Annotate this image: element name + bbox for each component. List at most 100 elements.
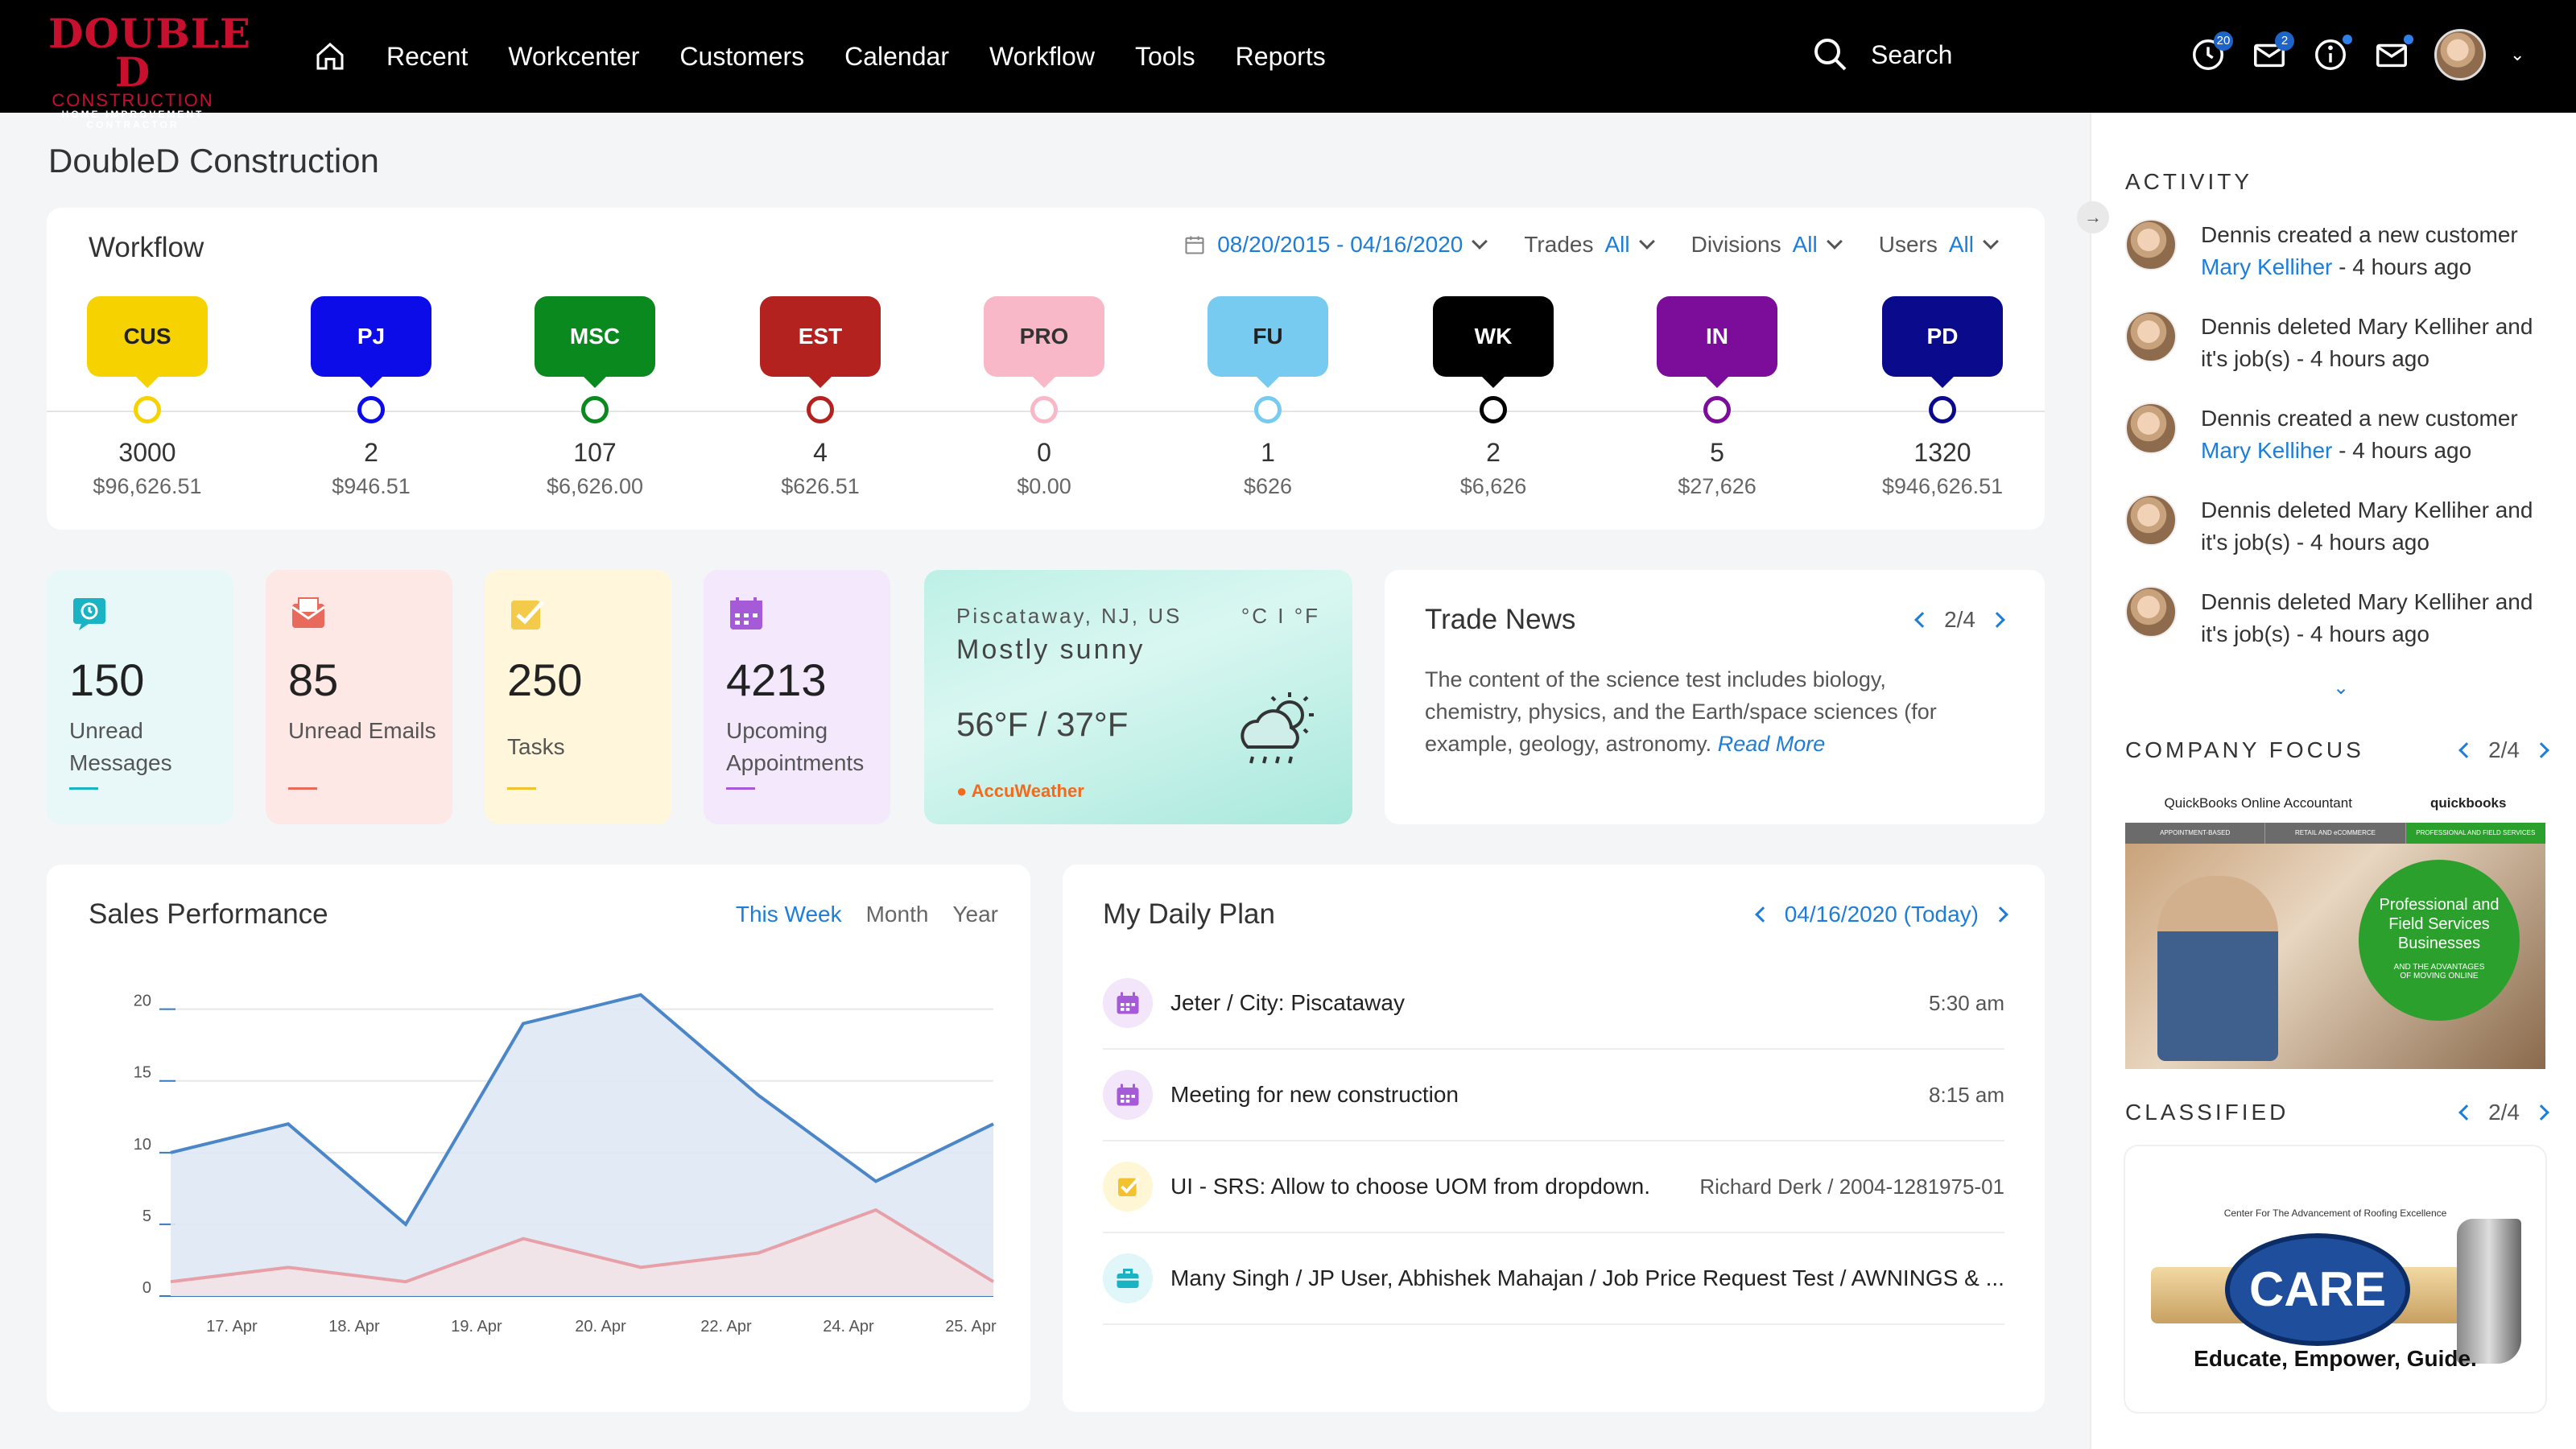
plan-item-meta: Richard Derk / 2004-1281975-01 — [1699, 1174, 2004, 1199]
y-tick-label: 10 — [134, 1136, 151, 1154]
notifications-button[interactable]: 20 — [2190, 31, 2233, 73]
workflow-stage-pj[interactable]: PJ 2 $946.51 — [311, 296, 431, 499]
stage-label: PD — [1882, 296, 2003, 388]
stage-marker — [134, 396, 161, 423]
workflow-stage-pd[interactable]: PD 1320 $946,626.51 — [1882, 296, 2003, 499]
stage-amount: $6,626 — [1459, 474, 1527, 498]
daily-plan-card: My Daily Plan 04/16/2020 (Today) Jeter /… — [1063, 865, 2045, 1412]
plan-date-pager: 04/16/2020 (Today) — [1754, 902, 2008, 927]
plan-item[interactable]: Jeter / City: Piscataway 5:30 am — [1103, 958, 2004, 1050]
stage-count: 3000 — [118, 438, 176, 467]
plan-item-text: Meeting for new construction — [1170, 1082, 1459, 1107]
chevron-down-icon[interactable]: ⌄ — [2333, 676, 2349, 700]
sales-tabs: This Week Month Year — [736, 902, 998, 927]
stage-count: 2 — [364, 438, 378, 467]
company-logo[interactable]: DOUBLE D CONSTRUCTION HOME IMPROVEMENT C… — [48, 14, 250, 130]
nav-workcenter[interactable]: Workcenter — [508, 42, 639, 72]
classified-page: 2/4 — [2488, 1100, 2520, 1125]
weather-provider: AccuWeather — [971, 781, 1084, 801]
divisions-value: All — [1792, 232, 1818, 257]
chevron-left-icon[interactable] — [1754, 906, 1771, 923]
classified-pager: 2/4 — [2458, 1100, 2549, 1125]
right-sidebar: → ACTIVITY Dennis created a new customer… — [2077, 113, 2576, 1449]
nav-workflow[interactable]: Workflow — [989, 42, 1095, 72]
activity-customer-link[interactable]: Mary Kelliher — [2201, 254, 2332, 279]
chevron-left-icon[interactable] — [1914, 612, 1930, 628]
trades-filter[interactable]: Trades All — [1524, 232, 1655, 258]
unread-messages-card[interactable]: 150 Unread Messages — [47, 570, 233, 824]
plan-item[interactable]: Meeting for new construction 8:15 am — [1103, 1050, 2004, 1141]
workflow-stage-msc[interactable]: MSC 107 $6,626.00 — [535, 296, 655, 499]
activity-item[interactable]: Dennis deleted Mary Kelliher and it's jo… — [2125, 494, 2552, 559]
activity-item[interactable]: Dennis deleted Mary Kelliher and it's jo… — [2125, 311, 2552, 375]
tab-this-week[interactable]: This Week — [736, 902, 842, 927]
collapse-sidebar-button[interactable]: → — [2077, 201, 2109, 233]
sales-performance-card: Sales Performance This Week Month Year 0… — [47, 865, 1030, 1412]
chevron-down-icon — [1983, 233, 1999, 250]
nav-customers[interactable]: Customers — [679, 42, 804, 72]
tab-month[interactable]: Month — [866, 902, 929, 927]
search-icon — [1814, 39, 1847, 71]
plan-item[interactable]: Many Singh / JP User, Abhishek Mahajan /… — [1103, 1233, 2004, 1325]
tasks-card[interactable]: 250 Tasks — [485, 570, 671, 824]
search-button[interactable]: Search — [1811, 35, 1952, 74]
plan-date[interactable]: 04/16/2020 (Today) — [1785, 902, 1979, 927]
chevron-right-icon[interactable] — [1989, 612, 2005, 628]
chevron-right-icon[interactable] — [2533, 1104, 2549, 1121]
avatar — [2125, 402, 2177, 454]
x-tick-label: 19. Apr — [451, 1318, 502, 1335]
activity-item[interactable]: Dennis deleted Mary Kelliher and it's jo… — [2125, 586, 2552, 650]
workflow-stage-pro[interactable]: PRO 0 $0.00 — [984, 296, 1104, 499]
nav-recent[interactable]: Recent — [386, 42, 468, 72]
nav-tools[interactable]: Tools — [1135, 42, 1195, 72]
messages-button[interactable]: 2 — [2251, 31, 2294, 73]
chevron-left-icon[interactable] — [2458, 1104, 2475, 1121]
stat-label: Upcoming Appointments — [726, 718, 865, 775]
cloud-rain-sun-icon — [1241, 692, 1314, 764]
nav-reports[interactable]: Reports — [1236, 42, 1326, 72]
stage-count: 2 — [1486, 438, 1501, 467]
read-more-link[interactable]: Read More — [1718, 732, 1826, 756]
chevron-left-icon[interactable] — [2458, 742, 2475, 758]
email-button[interactable] — [2373, 35, 2413, 73]
ad-circle: Professional and Field Services Business… — [2359, 860, 2520, 1021]
x-tick-label: 24. Apr — [823, 1318, 874, 1335]
tab-year[interactable]: Year — [952, 902, 998, 927]
appointments-card[interactable]: 4213 Upcoming Appointments — [704, 570, 890, 824]
plan-item[interactable]: UI - SRS: Allow to choose UOM from dropd… — [1103, 1141, 2004, 1233]
home-icon[interactable] — [314, 40, 346, 72]
date-range-filter[interactable]: 08/20/2015 - 04/16/2020 — [1183, 232, 1488, 258]
info-button[interactable] — [2312, 35, 2352, 73]
activity-customer-link[interactable]: Mary Kelliher — [2201, 438, 2332, 463]
activity-text: Dennis created a new customer Mary Kellih… — [2201, 402, 2518, 467]
weather-card[interactable]: Piscataway, NJ, US °C I °F Mostly sunny … — [924, 570, 1352, 824]
nav-calendar[interactable]: Calendar — [844, 42, 949, 72]
plan-item-text: Jeter / City: Piscataway — [1170, 990, 1405, 1015]
classified-ad[interactable]: Center For The Advancement of Roofing Ex… — [2125, 1146, 2545, 1412]
chevron-right-icon[interactable] — [2533, 742, 2549, 758]
company-focus-ad[interactable]: QuickBooks Online Accountant quickbooks … — [2125, 784, 2545, 1069]
stage-count: 0 — [1037, 438, 1051, 467]
stat-accent-bar — [288, 787, 317, 790]
temperature-unit-toggle[interactable]: °C I °F — [1241, 604, 1320, 629]
activity-item[interactable]: Dennis created a new customer Mary Kellih… — [2125, 402, 2552, 467]
search-label: Search — [1871, 39, 1953, 69]
user-avatar[interactable] — [2434, 29, 2486, 80]
main-nav: Recent Workcenter Customers Calendar Wor… — [314, 0, 1326, 113]
sales-title: Sales Performance — [89, 898, 328, 930]
trade-news-card: Trade News 2/4 The content of the scienc… — [1385, 570, 2045, 824]
divisions-filter[interactable]: Divisions All — [1691, 232, 1843, 258]
workflow-stage-wk[interactable]: WK 2 $6,626 — [1433, 296, 1554, 499]
users-filter[interactable]: Users All — [1879, 232, 1999, 258]
workflow-stage-est[interactable]: EST 4 $626.51 — [760, 296, 881, 499]
accuweather-logo[interactable]: ● AccuWeather — [956, 781, 1084, 802]
activity-item[interactable]: Dennis created a new customer Mary Kellih… — [2125, 219, 2552, 283]
chevron-right-icon[interactable] — [1992, 906, 2008, 923]
workflow-stage-cus[interactable]: CUS 3000 $96,626.51 — [87, 296, 208, 499]
workflow-stage-in[interactable]: IN 5 $27,626 — [1657, 296, 1777, 499]
company-focus-page: 2/4 — [2488, 737, 2520, 762]
ad-person-shape — [2157, 876, 2278, 1061]
workflow-stage-fu[interactable]: FU 1 $626 — [1208, 296, 1328, 499]
chevron-down-icon[interactable]: ⌄ — [2510, 44, 2524, 65]
unread-emails-card[interactable]: 85 Unread Emails — [266, 570, 452, 824]
